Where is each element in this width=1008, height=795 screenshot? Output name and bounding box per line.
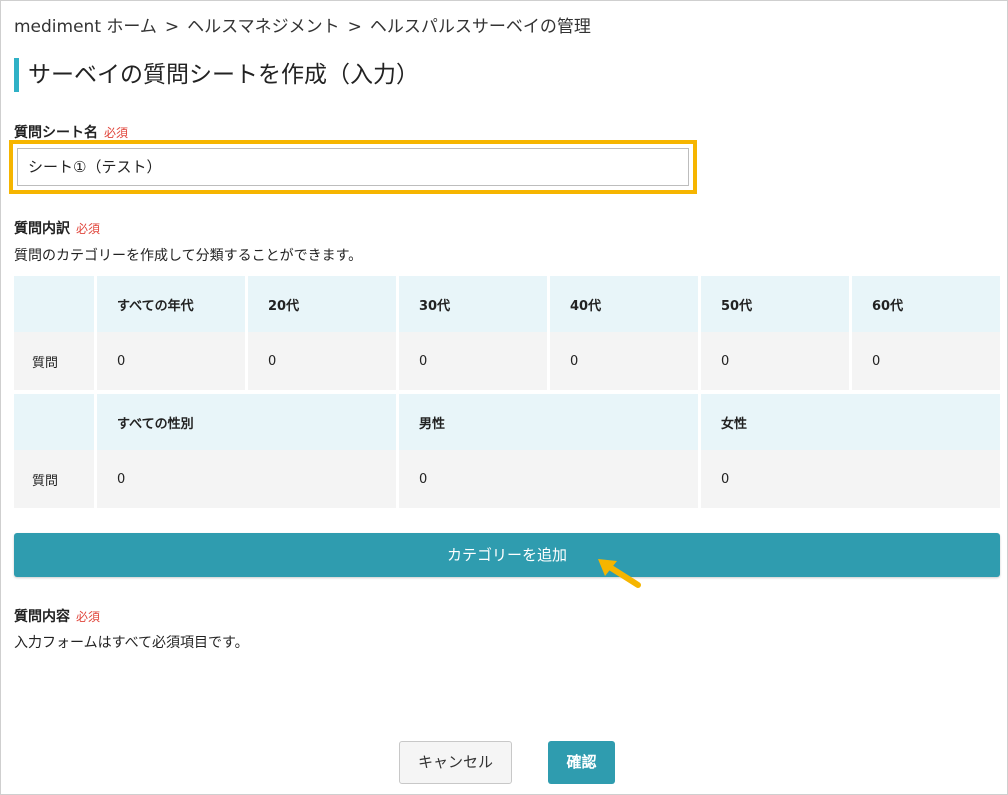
age-header-all: すべての年代 [94,276,245,332]
breadcrumb: mediment ホーム > ヘルスマネジメント > ヘルスパルスサーベイの管理 [14,12,591,37]
age-header-50s: 50代 [698,276,849,332]
gender-header-row: すべての性別 男性 女性 [14,394,1000,450]
age-value-row: 質問 0 0 0 0 0 0 [14,332,1000,390]
breakdown-table: すべての年代 20代 30代 40代 50代 60代 質問 0 0 0 0 0 … [14,276,1000,508]
required-badge: 必須 [76,222,101,236]
age-value-50s: 0 [698,332,849,390]
required-badge: 必須 [76,610,101,624]
breakdown-helper-text: 質問のカテゴリーを作成して分類することができます。 [14,248,363,264]
content-label-text: 質問内容 [14,609,70,625]
sheet-name-label: 質問シート名 必須 [14,122,128,142]
age-value-60s: 0 [849,332,1000,390]
page-title: サーベイの質問シートを作成（入力） [14,58,419,92]
breakdown-label-text: 質問内訳 [14,221,70,237]
pointer-arrow-icon [598,559,641,588]
age-header-row: すべての年代 20代 30代 40代 50代 60代 [14,276,1000,332]
age-value-20s: 0 [245,332,396,390]
confirm-button[interactable]: 確認 [548,741,615,784]
breadcrumb-health-management-link[interactable]: ヘルスマネジメント [187,17,340,37]
row-label-question: 質問 [14,450,94,508]
age-header-60s: 60代 [849,276,1000,332]
breadcrumb-home-link[interactable]: mediment ホーム [14,17,157,37]
age-value-all: 0 [94,332,245,390]
corner-cell [14,276,94,332]
age-header-40s: 40代 [547,276,698,332]
gender-header-male: 男性 [396,394,698,450]
gender-header-female: 女性 [698,394,1000,450]
breadcrumb-separator: > [347,17,362,37]
row-label-question: 質問 [14,332,94,390]
age-value-30s: 0 [396,332,547,390]
breadcrumb-separator: > [164,17,180,37]
gender-value-male: 0 [396,450,698,508]
sheet-name-label-text: 質問シート名 [14,125,98,141]
content-note: 入力フォームはすべて必須項目です。 [14,635,249,651]
cancel-button[interactable]: キャンセル [399,741,512,784]
age-value-40s: 0 [547,332,698,390]
breadcrumb-current: ヘルスパルスサーベイの管理 [369,17,591,37]
sheet-name-highlight: シート①（テスト） [9,140,697,194]
sheet-name-input[interactable]: シート①（テスト） [17,148,689,186]
add-category-button[interactable]: カテゴリーを追加 [14,533,1000,577]
age-header-30s: 30代 [396,276,547,332]
gender-value-row: 質問 0 0 0 [14,450,1000,508]
age-header-20s: 20代 [245,276,396,332]
content-label: 質問内容 必須 [14,606,100,626]
gender-value-female: 0 [698,450,1000,508]
breakdown-label: 質問内訳 必須 [14,218,100,238]
corner-cell [14,394,94,450]
required-badge: 必須 [104,126,129,140]
gender-header-all: すべての性別 [94,394,396,450]
gender-value-all: 0 [94,450,396,508]
